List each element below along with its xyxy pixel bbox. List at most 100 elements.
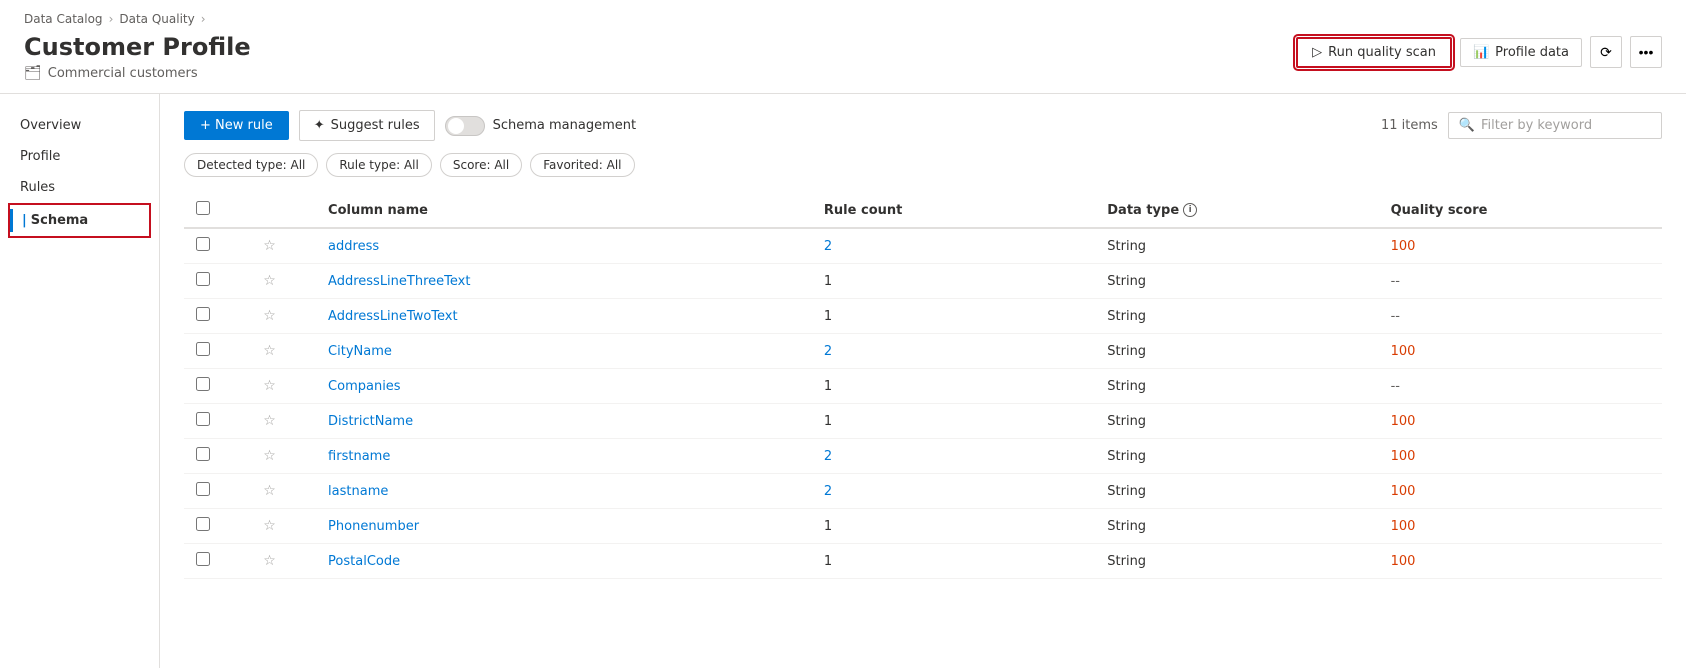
filter-chip-rule-type[interactable]: Rule type: All: [326, 153, 431, 177]
row-checkbox[interactable]: [196, 412, 210, 426]
history-icon: ⟳: [1600, 44, 1612, 61]
favorite-star[interactable]: ☆: [263, 483, 276, 499]
quality-score-value: 100: [1391, 344, 1416, 359]
toolbar: + New rule ✦ Suggest rules Schema manage…: [184, 110, 1662, 141]
row-checkbox[interactable]: [196, 272, 210, 286]
column-name-link[interactable]: Companies: [328, 379, 401, 394]
favorite-star[interactable]: ☆: [263, 448, 276, 464]
page-subtitle: Commercial customers: [48, 66, 198, 81]
row-checkbox[interactable]: [196, 237, 210, 251]
sidebar-item-label: Overview: [20, 118, 81, 133]
row-checkbox[interactable]: [196, 482, 210, 496]
data-type-value: String: [1107, 309, 1146, 324]
quality-score-value: 100: [1391, 239, 1416, 254]
quality-score-value: 100: [1391, 554, 1416, 569]
rule-count-link[interactable]: 2: [824, 484, 832, 499]
filter-wrapper: 🔍: [1448, 112, 1662, 139]
data-type-info-icon[interactable]: i: [1183, 203, 1197, 217]
sidebar-item-label: Schema: [31, 213, 88, 228]
column-name-link[interactable]: CityName: [328, 344, 392, 359]
rule-count-link[interactable]: 2: [824, 449, 832, 464]
toggle-switch[interactable]: [445, 116, 485, 136]
chip-label: Detected type: All: [197, 158, 305, 172]
column-name-link[interactable]: firstname: [328, 449, 390, 464]
rule-count: 1: [824, 554, 832, 569]
filter-chip-detected-type[interactable]: Detected type: All: [184, 153, 318, 177]
breadcrumb-data-quality[interactable]: Data Quality: [119, 12, 194, 26]
table-row: ☆address2String100: [184, 228, 1662, 264]
data-type-value: String: [1107, 449, 1146, 464]
favorite-star[interactable]: ☆: [263, 378, 276, 394]
th-column-name: Column name: [316, 193, 812, 228]
sidebar-item-schema[interactable]: | Schema: [10, 205, 149, 236]
filter-chips: Detected type: All Rule type: All Score:…: [184, 153, 1662, 177]
select-all-checkbox[interactable]: [196, 201, 210, 215]
table-row: ☆Phonenumber1String100: [184, 509, 1662, 544]
column-name-link[interactable]: Phonenumber: [328, 519, 419, 534]
rule-count-link[interactable]: 2: [824, 239, 832, 254]
quality-score-dash: --: [1391, 309, 1400, 324]
data-table: Column name Rule count Data type i Quali…: [184, 193, 1662, 579]
header-actions: ▷ Run quality scan 📊 Profile data ⟳ •••: [1296, 36, 1662, 68]
profile-data-button[interactable]: 📊 Profile data: [1460, 38, 1582, 67]
favorite-star[interactable]: ☆: [263, 238, 276, 254]
quality-score-value: 100: [1391, 414, 1416, 429]
th-favorite: [251, 193, 316, 228]
sidebar-item-label: Profile: [20, 149, 60, 164]
row-checkbox[interactable]: [196, 307, 210, 321]
row-checkbox[interactable]: [196, 517, 210, 531]
favorite-star[interactable]: ☆: [263, 553, 276, 569]
search-icon: 🔍: [1459, 118, 1475, 133]
data-type-value: String: [1107, 344, 1146, 359]
suggest-rules-button[interactable]: ✦ Suggest rules: [299, 110, 435, 141]
items-count: 11 items: [1381, 118, 1438, 133]
sidebar-item-overview[interactable]: Overview: [0, 110, 159, 141]
table-row: ☆Companies1String--: [184, 369, 1662, 404]
rule-count: 1: [824, 414, 832, 429]
data-type-value: String: [1107, 414, 1146, 429]
profile-data-label: Profile data: [1495, 45, 1569, 60]
suggest-rules-label: Suggest rules: [331, 118, 420, 133]
column-name-link[interactable]: DistrictName: [328, 414, 413, 429]
filter-input[interactable]: [1481, 118, 1651, 133]
table-row: ☆AddressLineThreeText1String--: [184, 264, 1662, 299]
column-name-link[interactable]: address: [328, 239, 379, 254]
quality-score-dash: --: [1391, 379, 1400, 394]
sidebar: Overview Profile Rules | Schema: [0, 94, 160, 668]
sidebar-item-rules[interactable]: Rules: [0, 172, 159, 203]
rule-count-link[interactable]: 2: [824, 344, 832, 359]
table-row: ☆AddressLineTwoText1String--: [184, 299, 1662, 334]
row-checkbox[interactable]: [196, 447, 210, 461]
quality-score-value: 100: [1391, 449, 1416, 464]
favorite-star[interactable]: ☆: [263, 413, 276, 429]
sidebar-item-profile[interactable]: Profile: [0, 141, 159, 172]
favorite-star[interactable]: ☆: [263, 308, 276, 324]
th-data-type: Data type i: [1095, 193, 1378, 228]
column-name-link[interactable]: PostalCode: [328, 554, 400, 569]
favorite-star[interactable]: ☆: [263, 273, 276, 289]
table-row: ☆ DistrictName 1 String 100: [184, 404, 1662, 439]
chip-label: Favorited: All: [543, 158, 621, 172]
column-name-link[interactable]: AddressLineTwoText: [328, 309, 458, 324]
breadcrumb-data-catalog[interactable]: Data Catalog: [24, 12, 103, 26]
data-type-value: String: [1107, 274, 1146, 289]
suggest-icon: ✦: [314, 118, 325, 133]
column-name-link[interactable]: lastname: [328, 484, 388, 499]
more-options-button[interactable]: •••: [1630, 36, 1662, 68]
run-quality-scan-button[interactable]: ▷ Run quality scan: [1296, 37, 1452, 68]
row-checkbox[interactable]: [196, 552, 210, 566]
new-rule-button[interactable]: + New rule: [184, 111, 289, 140]
favorite-star[interactable]: ☆: [263, 343, 276, 359]
column-name-link[interactable]: AddressLineThreeText: [328, 274, 470, 289]
run-scan-label: Run quality scan: [1328, 45, 1436, 60]
chip-label: Rule type: All: [339, 158, 418, 172]
table-row: ☆PostalCode1String100: [184, 544, 1662, 579]
history-button[interactable]: ⟳: [1590, 36, 1622, 68]
row-checkbox[interactable]: [196, 342, 210, 356]
filter-chip-favorited[interactable]: Favorited: All: [530, 153, 634, 177]
new-rule-label: + New rule: [200, 118, 273, 133]
favorite-star[interactable]: ☆: [263, 518, 276, 534]
row-checkbox[interactable]: [196, 377, 210, 391]
schema-management-label: Schema management: [493, 118, 636, 133]
filter-chip-score[interactable]: Score: All: [440, 153, 522, 177]
